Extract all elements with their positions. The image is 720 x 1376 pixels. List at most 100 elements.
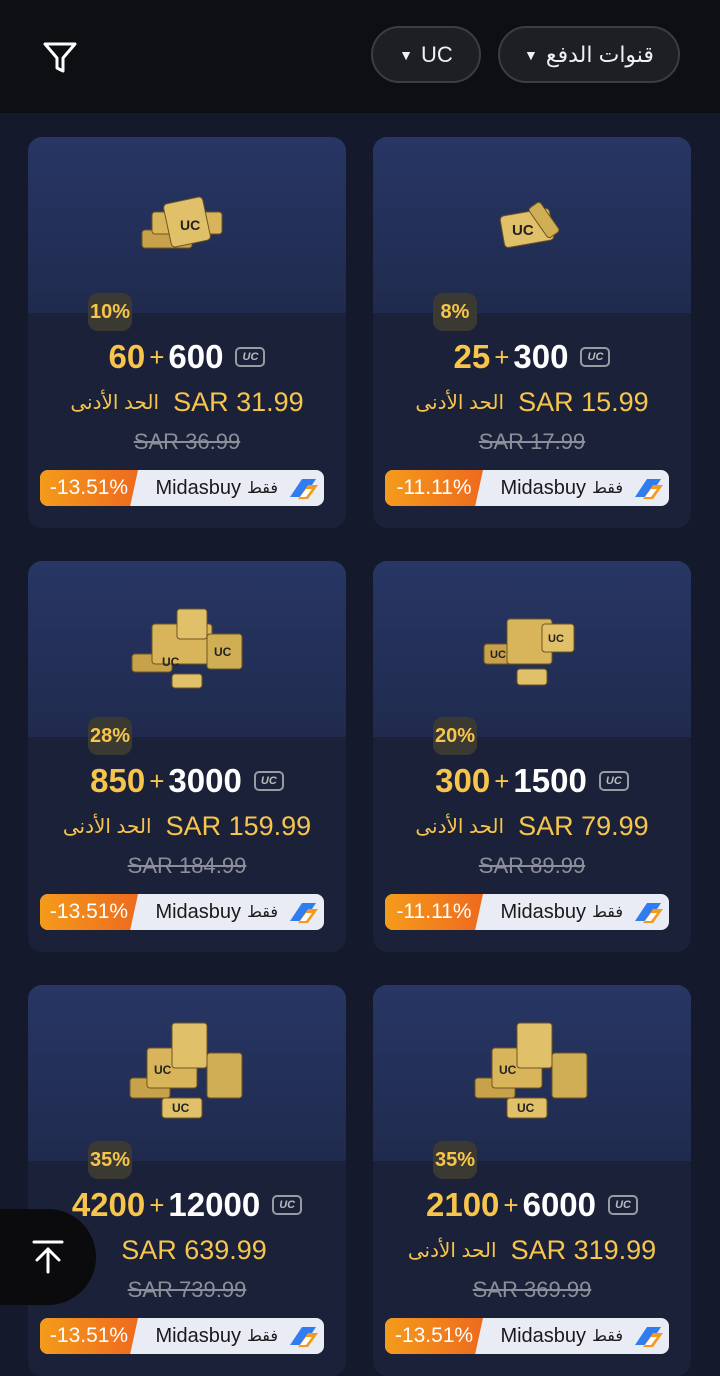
price: SAR 159.99 [165,810,312,841]
discount-label: -11.11% [385,894,483,930]
discount-label: -11.11% [385,470,483,506]
bonus-percent-badge: 35% [88,1141,132,1179]
midasbuy-promo-badge: -11.11% Midasbuy فقط [385,894,669,930]
promo-text: Midasbuy فقط [138,894,286,930]
bonus-percent-badge: 35% [433,1141,477,1179]
uc-amount: 2100 + 6000 UC [373,1183,691,1227]
package-image-area: UC UC [28,985,346,1161]
price-row: الحد الأدنى SAR 159.99 [28,809,346,843]
uc-currency-icon: UC [598,771,629,791]
price: SAR 15.99 [518,386,649,417]
only-label: فقط [592,480,623,497]
minimum-label: الحد الأدنى [62,815,152,838]
bonus-percent-badge: 10% [88,293,132,331]
discount-label: -13.51% [40,470,138,506]
package-image-area: UC UC [28,561,346,737]
base-amount: 1500 [513,762,587,799]
original-price: SAR 89.99 [478,853,586,878]
uc-coins-icon: UC [141,196,223,249]
discount-label: -13.51% [40,894,138,930]
uc-coins-icon: UC UC [474,1022,588,1119]
original-price: SAR 36.99 [133,429,241,454]
midasbuy-logo-icon [290,479,318,499]
price-row: الحد الأدنى SAR 79.99 [373,809,691,843]
brand-name: Midasbuy [500,900,587,923]
svg-text:UC: UC [154,1063,172,1077]
price-row: الحد الأدنى SAR 31.99 [28,385,346,419]
base-amount: 3000 [168,762,242,799]
bonus-amount: 60 [108,338,146,375]
bonus-percent-badge: 8% [433,293,477,331]
currency-dropdown[interactable]: ▼ UC [371,26,481,83]
original-price: SAR 17.99 [478,429,586,454]
uc-currency-icon: UC [580,347,611,367]
plus-sign: + [494,765,510,796]
brand-name: Midasbuy [155,900,242,923]
only-label: فقط [592,1328,623,1345]
uc-currency-icon: UC [608,1195,639,1215]
uc-package-card[interactable]: UC UC 35% 2100 + 6000 UC الحد الأدنى SAR… [373,985,691,1376]
uc-currency-icon: UC [253,771,284,791]
price: SAR 639.99 [121,1234,267,1265]
uc-package-card[interactable]: UC UC 20% 300 + 1500 UC الحد الأدنى SAR … [373,561,691,952]
payment-dropdown-label: قنوات الدفع [545,41,654,67]
brand-name: Midasbuy [155,476,242,499]
minimum-label: الحد الأدنى [407,1239,497,1262]
bonus-amount: 25 [453,338,491,375]
base-amount: 6000 [522,1186,597,1223]
promo-text: Midasbuy فقط [138,470,286,506]
uc-package-card[interactable]: UC 8% 25 + 300 UC الحد الأدنى SAR 15.99 … [373,137,691,528]
uc-package-card[interactable]: UC UC 35% 4200 + 12000 UC SAR 639.99 SAR… [28,985,346,1376]
midasbuy-logo-icon [635,479,663,499]
svg-text:UC: UC [548,633,564,645]
uc-currency-icon: UC [235,347,266,367]
uc-coins-icon: UC UC [483,618,575,686]
uc-coins-icon: UC UC [129,1022,243,1119]
svg-text:UC: UC [512,222,534,239]
uc-coins-icon: UC UC [131,608,243,689]
arrow-up-to-top-icon [32,1240,64,1274]
base-amount: 300 [513,338,569,375]
top-bar: ▼ UC ▼ قنوات الدفع [0,0,720,113]
plus-sign: + [149,341,165,372]
plus-sign: + [149,1189,165,1220]
uc-package-card[interactable]: UC 10% 60 + 600 UC الحد الأدنى SAR 31.99… [28,137,346,528]
midasbuy-promo-badge: -13.51% Midasbuy فقط [40,894,324,930]
dropdown-arrow-icon: ▼ [399,46,414,63]
plus-sign: + [503,1189,519,1220]
uc-package-card[interactable]: UC UC 28% 850 + 3000 UC الحد الأدنى SAR … [28,561,346,952]
uc-amount: 850 + 3000 UC [28,759,346,803]
dropdown-arrow-icon: ▼ [524,46,538,63]
midasbuy-logo-icon [635,903,663,923]
svg-text:UC: UC [214,645,232,659]
midasbuy-promo-badge: -13.51% Midasbuy فقط [40,470,324,506]
midasbuy-logo-icon [290,903,318,923]
only-label: فقط [247,1328,278,1345]
plus-sign: + [149,765,165,796]
price: SAR 319.99 [510,1234,657,1265]
filter-icon[interactable] [40,38,80,78]
brand-name: Midasbuy [155,1324,242,1347]
brand-name: Midasbuy [500,1324,587,1347]
midasbuy-logo-icon [635,1327,663,1347]
package-image-area: UC UC [373,985,691,1161]
price-row: الحد الأدنى SAR 15.99 [373,385,691,419]
uc-amount: 300 + 1500 UC [373,759,691,803]
promo-text: Midasbuy فقط [483,894,631,930]
bonus-percent-badge: 20% [433,717,477,755]
scroll-to-top-button[interactable] [0,1209,96,1305]
brand-name: Midasbuy [500,476,587,499]
midasbuy-promo-badge: -13.51% Midasbuy فقط [385,1318,669,1354]
payment-channels-dropdown[interactable]: ▼ قنوات الدفع [498,26,680,83]
minimum-label: الحد الأدنى [415,391,505,414]
uc-amount: 60 + 600 UC [28,335,346,379]
promo-text: Midasbuy فقط [483,470,631,506]
original-price: SAR 184.99 [127,853,247,878]
package-image-area: UC [373,137,691,313]
midasbuy-promo-badge: -11.11% Midasbuy فقط [385,470,669,506]
original-price: SAR 369.99 [472,1277,592,1302]
promo-text: Midasbuy فقط [138,1318,286,1354]
svg-text:UC: UC [162,655,180,669]
discount-label: -13.51% [40,1318,138,1354]
uc-currency-icon: UC [272,1195,303,1215]
